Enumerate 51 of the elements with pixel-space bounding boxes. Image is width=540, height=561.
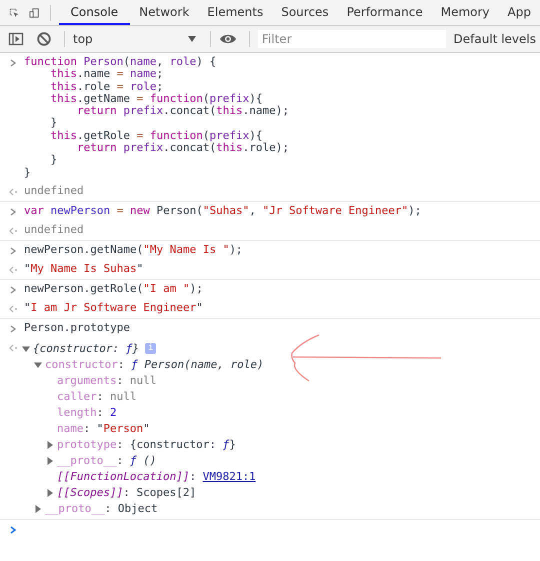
source-link[interactable]: VM9821:1: [202, 470, 256, 484]
input-chevron-icon: [8, 286, 18, 294]
prompt-chevron-icon[interactable]: [8, 526, 18, 534]
property-entry: length: 2: [57, 406, 117, 420]
property-entry: __proto__: Object: [45, 502, 158, 516]
property-entry: constructor: ƒ Person(name, role): [45, 358, 264, 372]
result-arrow-icon: [8, 266, 18, 274]
result-arrow-icon: [8, 188, 18, 196]
eye-icon[interactable]: [218, 33, 237, 45]
result-arrow-icon: [8, 344, 18, 352]
result-text: "I am Jr Software Engineer": [24, 302, 203, 314]
command-text: Person.prototype: [24, 322, 130, 334]
command-text: function Person(name, role) { this.name = name; this.role = role; this.getName = function(prefix){ return prefix.concat(this.name); } this.getRole = function(prefix){ return prefix.concat(this.role); } }: [24, 56, 289, 179]
property-entry: [[FunctionLocation]]: VM9821:1: [57, 470, 256, 484]
property-entry: __proto__: ƒ (): [57, 454, 156, 468]
input-chevron-icon: [8, 59, 18, 67]
command-text: var newPerson = new Person("Suhas", "Jr Software Engineer");: [24, 204, 422, 218]
property-entry: arguments: null: [57, 374, 156, 388]
property-entry: caller: null: [57, 390, 136, 404]
result-text: undefined: [24, 224, 84, 236]
clear-console-icon[interactable]: [36, 31, 52, 47]
panel-tab[interactable]: Memory: [432, 0, 499, 25]
expand-triangle-icon[interactable]: [46, 440, 54, 449]
property-entry: prototype: {constructor: ƒ}: [57, 438, 236, 452]
property-entry: [[Scopes]]: Scopes[2]: [57, 486, 196, 500]
panel-tab[interactable]: Sources: [272, 0, 338, 25]
sidebar-toggle-icon[interactable]: [8, 31, 24, 47]
expand-triangle-icon[interactable]: [34, 504, 42, 513]
result-arrow-icon: [8, 226, 18, 235]
panel-tab[interactable]: Network: [130, 0, 198, 25]
dropdown-caret-icon: [188, 36, 196, 42]
collapse-triangle-icon[interactable]: [22, 344, 30, 353]
context-select[interactable]: top: [73, 32, 202, 46]
expand-triangle-icon[interactable]: [46, 456, 54, 465]
expand-triangle-icon[interactable]: [46, 488, 54, 497]
panel-tab[interactable]: Performance: [338, 0, 432, 25]
log-levels-dropdown[interactable]: Default levels: [450, 32, 540, 46]
input-chevron-icon: [8, 246, 18, 255]
result-text: "My Name Is Suhas": [24, 262, 144, 276]
input-chevron-icon: [8, 208, 18, 216]
result-text: undefined: [24, 184, 84, 198]
collapse-triangle-icon[interactable]: [34, 360, 42, 369]
input-chevron-icon: [8, 324, 18, 333]
command-text: newPerson.getRole("I am ");: [24, 282, 203, 296]
filter-field[interactable]: Filter: [258, 30, 446, 48]
panel-tab[interactable]: Elements: [198, 0, 272, 25]
command-text: newPerson.getName("My Name Is ");: [24, 244, 243, 256]
object-summary: {constructor: ƒ}: [33, 342, 139, 356]
property-entry: name: "Person": [57, 422, 150, 436]
panel-tab[interactable]: App: [498, 0, 540, 25]
result-arrow-icon: [8, 304, 18, 313]
